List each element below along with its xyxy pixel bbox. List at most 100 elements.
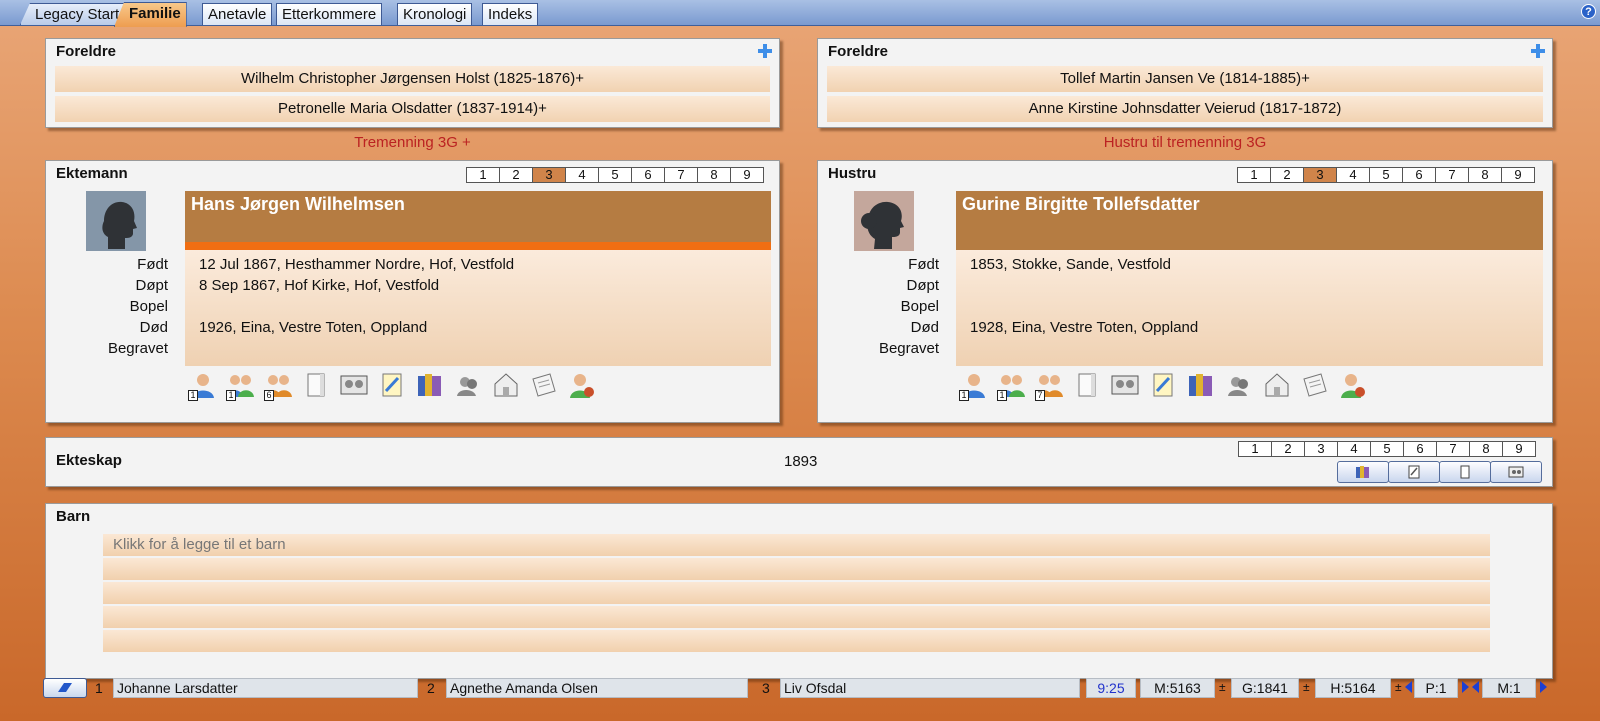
children-count: 6 — [264, 390, 274, 401]
tab-indeks[interactable]: Indeks — [482, 3, 539, 25]
number-button-6[interactable]: 6 — [631, 167, 665, 183]
toggle-g[interactable]: ± — [1303, 680, 1310, 694]
tab-kronologi[interactable]: Kronologi — [397, 3, 473, 25]
spouse-icon[interactable]: 1 — [226, 371, 254, 401]
number-button-8[interactable]: 8 — [1469, 441, 1503, 457]
number-button-2[interactable]: 2 — [1271, 441, 1305, 457]
marriage-date[interactable]: 1893 — [784, 453, 817, 470]
spouse-count: 1 — [226, 390, 236, 401]
number-button-9[interactable]: 9 — [1502, 441, 1536, 457]
bookmark-3[interactable]: Liv Ofsdal — [780, 678, 1080, 698]
user-icon[interactable] — [1339, 371, 1367, 399]
children-icon[interactable]: 6 — [264, 371, 292, 401]
add-husband-parents-icon[interactable] — [757, 43, 773, 59]
number-button-3[interactable]: 3 — [532, 167, 566, 183]
number-button-5[interactable]: 5 — [598, 167, 632, 183]
wife-name[interactable]: Gurine Birgitte Tollefsdatter — [956, 191, 1543, 251]
number-button-1[interactable]: 1 — [1237, 167, 1271, 183]
toggle-m[interactable]: ± — [1219, 680, 1226, 694]
number-button-4[interactable]: 4 — [565, 167, 599, 183]
number-button-9[interactable]: 9 — [1501, 167, 1535, 183]
prev-m-arrow-icon[interactable] — [1472, 681, 1479, 693]
label-born: Født — [908, 256, 939, 273]
wife-mother[interactable]: Anne Kirstine Johnsdatter Veierud (1817-… — [827, 96, 1543, 122]
number-button-5[interactable]: 5 — [1370, 441, 1404, 457]
number-button-2[interactable]: 2 — [1270, 167, 1304, 183]
next-p-arrow-icon[interactable] — [1462, 681, 1469, 693]
edit-note-icon[interactable] — [378, 371, 406, 399]
tab-familie[interactable]: Familie — [114, 2, 187, 27]
husband-father[interactable]: Wilhelm Christopher Jørgensen Holst (182… — [55, 66, 770, 92]
media-icon[interactable] — [340, 371, 368, 399]
bookmark-3-number: 3 — [762, 680, 770, 696]
male-silhouette-icon — [102, 201, 137, 249]
sources-icon[interactable] — [1187, 371, 1215, 399]
husband-name[interactable]: Hans Jørgen Wilhelmsen — [185, 191, 771, 251]
number-button-5[interactable]: 5 — [1369, 167, 1403, 183]
person-icon[interactable]: 1 — [188, 371, 216, 401]
group-icon[interactable] — [454, 371, 482, 399]
number-button-1[interactable]: 1 — [1238, 441, 1272, 457]
husband-events[interactable]: 12 Jul 1867, Hesthammer Nordre, Hof, Ves… — [185, 250, 771, 366]
address-icon[interactable] — [1263, 371, 1291, 399]
marriage-sources-button[interactable] — [1337, 461, 1389, 483]
label-baptized: Døpt — [906, 277, 939, 294]
number-button-1[interactable]: 1 — [466, 167, 500, 183]
number-button-4[interactable]: 4 — [1337, 441, 1371, 457]
tab-etterkommere[interactable]: Etterkommere — [276, 3, 383, 25]
note-icon[interactable] — [1073, 371, 1101, 399]
number-button-3[interactable]: 3 — [1303, 167, 1337, 183]
add-child-row[interactable]: Klikk for å legge til et barn — [103, 534, 1490, 556]
research-icon[interactable] — [530, 371, 558, 399]
prev-p-arrow-icon[interactable] — [1405, 681, 1412, 693]
number-button-8[interactable]: 8 — [1468, 167, 1502, 183]
wife-residence — [970, 296, 1529, 317]
address-icon[interactable] — [492, 371, 520, 399]
husband-role-title: Ektemann — [56, 165, 128, 182]
marriage-note-button[interactable] — [1388, 461, 1440, 483]
media-icon[interactable] — [1111, 371, 1139, 399]
child-row[interactable] — [103, 582, 1490, 604]
marriage-document-button[interactable] — [1439, 461, 1491, 483]
number-button-6[interactable]: 6 — [1403, 441, 1437, 457]
wife-events[interactable]: 1853, Stokke, Sande, Vestfold 1928, Eina… — [956, 250, 1543, 366]
person-icon[interactable]: 1 — [959, 371, 987, 401]
number-button-6[interactable]: 6 — [1402, 167, 1436, 183]
number-button-7[interactable]: 7 — [1436, 441, 1470, 457]
group-icon[interactable] — [1225, 371, 1253, 399]
child-row[interactable] — [103, 558, 1490, 580]
marriage-media-button[interactable] — [1490, 461, 1542, 483]
bookmark-button[interactable] — [43, 678, 87, 698]
help-icon[interactable]: ? — [1581, 4, 1596, 19]
note-icon[interactable] — [302, 371, 330, 399]
number-button-3[interactable]: 3 — [1304, 441, 1338, 457]
number-button-7[interactable]: 7 — [664, 167, 698, 183]
number-button-8[interactable]: 8 — [697, 167, 731, 183]
tab-legacy-start[interactable]: Legacy Start — [20, 3, 126, 25]
spouse-icon[interactable]: 1 — [997, 371, 1025, 401]
husband-number-bar: 123456789 — [466, 167, 764, 183]
edit-note-icon[interactable] — [1149, 371, 1177, 399]
husband-mother[interactable]: Petronelle Maria Olsdatter (1837-1914)+ — [55, 96, 770, 122]
sources-icon[interactable] — [416, 371, 444, 399]
number-button-9[interactable]: 9 — [730, 167, 764, 183]
avatar[interactable] — [86, 191, 146, 251]
number-button-4[interactable]: 4 — [1336, 167, 1370, 183]
child-row[interactable] — [103, 630, 1490, 652]
husband-name-text: Hans Jørgen Wilhelmsen — [191, 194, 405, 214]
wife-father[interactable]: Tollef Martin Jansen Ve (1814-1885)+ — [827, 66, 1543, 92]
add-wife-parents-icon[interactable] — [1530, 43, 1546, 59]
next-m-arrow-icon[interactable] — [1540, 681, 1547, 693]
bookmark-2[interactable]: Agnethe Amanda Olsen — [446, 678, 748, 698]
number-button-2[interactable]: 2 — [499, 167, 533, 183]
research-icon[interactable] — [1301, 371, 1329, 399]
tab-anetavle[interactable]: Anetavle — [202, 3, 273, 25]
toggle-h[interactable]: ± — [1395, 680, 1402, 694]
number-button-7[interactable]: 7 — [1435, 167, 1469, 183]
children-icon[interactable]: 7 — [1035, 371, 1063, 401]
avatar[interactable] — [854, 191, 914, 251]
bookmark-1[interactable]: Johanne Larsdatter — [113, 678, 418, 698]
child-row[interactable] — [103, 606, 1490, 628]
husband-event-labels: Født Døpt Bopel Død Begravet — [48, 254, 168, 359]
user-icon[interactable] — [568, 371, 596, 399]
